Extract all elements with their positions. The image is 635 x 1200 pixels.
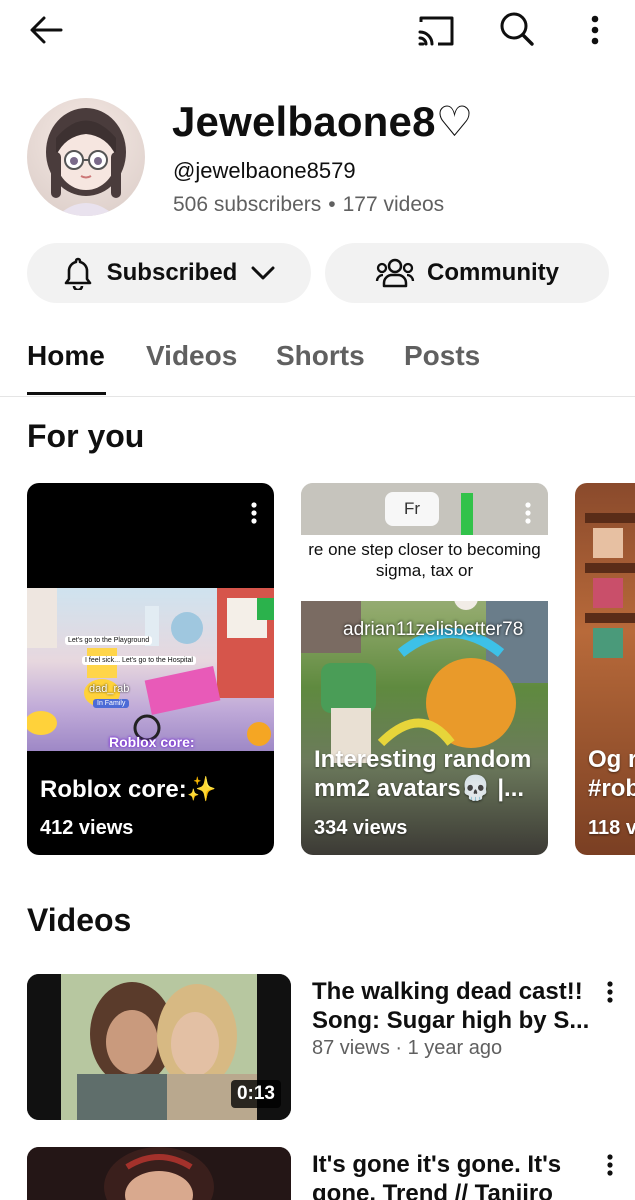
channel-handle: @jewelbaone8579	[173, 158, 356, 183]
short-title-line: mm2 avatars💀 |...	[314, 775, 525, 802]
player-name: adrian11zelisbetter78	[343, 619, 524, 640]
video-views: 87 views	[312, 1037, 390, 1059]
channel-stats: 506 subscribers • 177 videos	[173, 193, 444, 217]
stats-separator: •	[328, 193, 336, 216]
video-meta: 87 views · 1 year ago	[312, 1037, 502, 1060]
caption-language-badge: Fr	[385, 492, 439, 526]
subscribed-label: Subscribed	[106, 259, 238, 286]
short-card[interactable]: Let's go to the Playground I feel sick..…	[27, 483, 274, 855]
short-views: 412 views	[40, 817, 134, 839]
tab-shorts[interactable]: Shorts	[276, 340, 365, 372]
subscriber-count: 506 subscribers	[173, 193, 322, 216]
video-thumbnail[interactable]	[27, 1147, 291, 1200]
avatar-illustration	[46, 108, 126, 216]
caption-line: sigma, tax or	[375, 561, 474, 580]
player-name: dad_rab	[89, 683, 130, 695]
short-views: 118 v	[588, 817, 635, 839]
roblox-scene-illustration	[27, 588, 274, 746]
video-thumbnail[interactable]: 0:13	[27, 974, 291, 1120]
short-title-line: Og r	[588, 746, 635, 773]
video-title[interactable]: The walking dead cast!! Song: Sugar high…	[312, 977, 592, 1035]
short-card[interactable]: Fr re one step closer to becoming sigma,…	[301, 483, 548, 855]
subscribed-button[interactable]: Subscribed	[27, 243, 311, 303]
community-label: Community	[427, 259, 559, 286]
short-title-line: #rob	[588, 775, 635, 802]
channel-name: Jewelbaone8♡	[172, 98, 474, 145]
more-vertical-icon[interactable]	[602, 1151, 618, 1179]
video-count: 177 videos	[342, 193, 445, 216]
channel-avatar[interactable]	[27, 98, 145, 216]
cast-icon[interactable]	[414, 10, 458, 50]
channel-tabs: Home Videos Shorts Posts	[0, 328, 635, 397]
short-views: 334 views	[314, 817, 408, 839]
short-title: Interesting random mm2 avatars💀 |...	[314, 745, 531, 803]
active-tab-indicator	[27, 392, 106, 395]
caption-box: re one step closer to becoming sigma, ta…	[301, 535, 548, 601]
short-card[interactable]: Og r #rob 118 v	[575, 483, 635, 855]
more-vertical-icon[interactable]	[248, 501, 260, 525]
meta-separator: ·	[395, 1037, 403, 1059]
chevron-down-icon	[251, 265, 275, 281]
video-duration: 0:13	[230, 1080, 281, 1108]
short-thumbnail: Let's go to the Playground I feel sick..…	[27, 588, 274, 751]
tab-videos[interactable]: Videos	[146, 340, 237, 372]
for-you-heading: For you	[27, 418, 145, 454]
video-age: 1 year ago	[407, 1037, 503, 1059]
chat-bubble: Let's go to the Playground	[65, 636, 153, 645]
videos-heading: Videos	[27, 902, 132, 938]
tab-home[interactable]: Home	[27, 340, 105, 372]
anime-thumbnail-illustration	[27, 1147, 291, 1200]
short-title: Roblox core:✨	[40, 776, 217, 803]
more-vertical-icon[interactable]	[602, 978, 618, 1006]
video-watermark: Roblox core:	[109, 734, 195, 750]
more-vertical-icon[interactable]	[522, 501, 534, 525]
more-vertical-icon[interactable]	[582, 10, 608, 50]
short-title: Og r #rob	[588, 745, 635, 803]
tab-posts[interactable]: Posts	[404, 340, 480, 372]
video-title[interactable]: It's gone it's gone. It's gone. Trend //…	[312, 1150, 592, 1200]
player-tag: In Family	[93, 699, 130, 708]
short-title-line: Interesting random	[314, 746, 532, 773]
caption-line: re one step closer to becoming	[308, 540, 541, 559]
chat-bubble: I feel sick... Let's go to the Hospital	[82, 656, 196, 665]
search-icon[interactable]	[496, 8, 538, 50]
community-button[interactable]: Community	[325, 243, 609, 303]
people-icon	[375, 257, 415, 289]
bell-icon	[63, 256, 93, 290]
back-arrow-icon[interactable]	[26, 10, 66, 50]
